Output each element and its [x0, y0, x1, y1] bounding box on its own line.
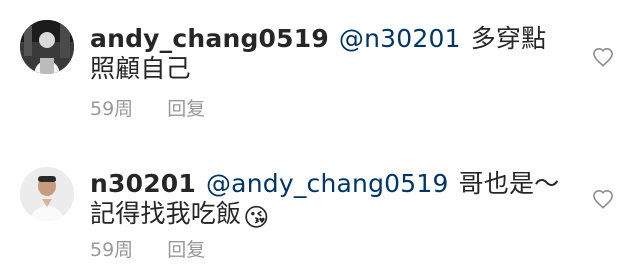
comment-text: n30201 @andy_chang0519 哥也是～記得找我吃飯😘: [90, 169, 560, 233]
comment-item: n30201 @andy_chang0519 哥也是～記得找我吃飯😘 59周 回复: [0, 140, 640, 280]
comment-timestamp: 59周: [90, 239, 134, 261]
comment-username[interactable]: andy_chang0519: [90, 24, 329, 53]
avatar-photo-icon: [20, 167, 74, 221]
heart-outline-icon[interactable]: [592, 47, 614, 67]
avatar-photo-icon: [20, 20, 74, 74]
comment-timestamp: 59周: [90, 98, 134, 120]
user-avatar[interactable]: [20, 20, 74, 74]
kissing-face-emoji: 😘: [243, 203, 270, 232]
comment-meta: 59周 回复: [90, 94, 205, 121]
comment-text: andy_chang0519 @n30201 多穿點 照顧自己: [90, 24, 560, 84]
heart-outline-icon[interactable]: [592, 189, 614, 209]
user-avatar[interactable]: [20, 167, 74, 221]
comment-username[interactable]: n30201: [90, 169, 196, 198]
comment-item: andy_chang0519 @n30201 多穿點 照顧自己 59周 回复: [0, 0, 640, 140]
comment-mention[interactable]: @andy_chang0519: [206, 169, 449, 198]
comment-meta: 59周 回复: [90, 235, 205, 262]
comment-mention[interactable]: @n30201: [339, 24, 461, 53]
reply-button[interactable]: 回复: [167, 98, 205, 120]
reply-button[interactable]: 回复: [167, 239, 205, 261]
